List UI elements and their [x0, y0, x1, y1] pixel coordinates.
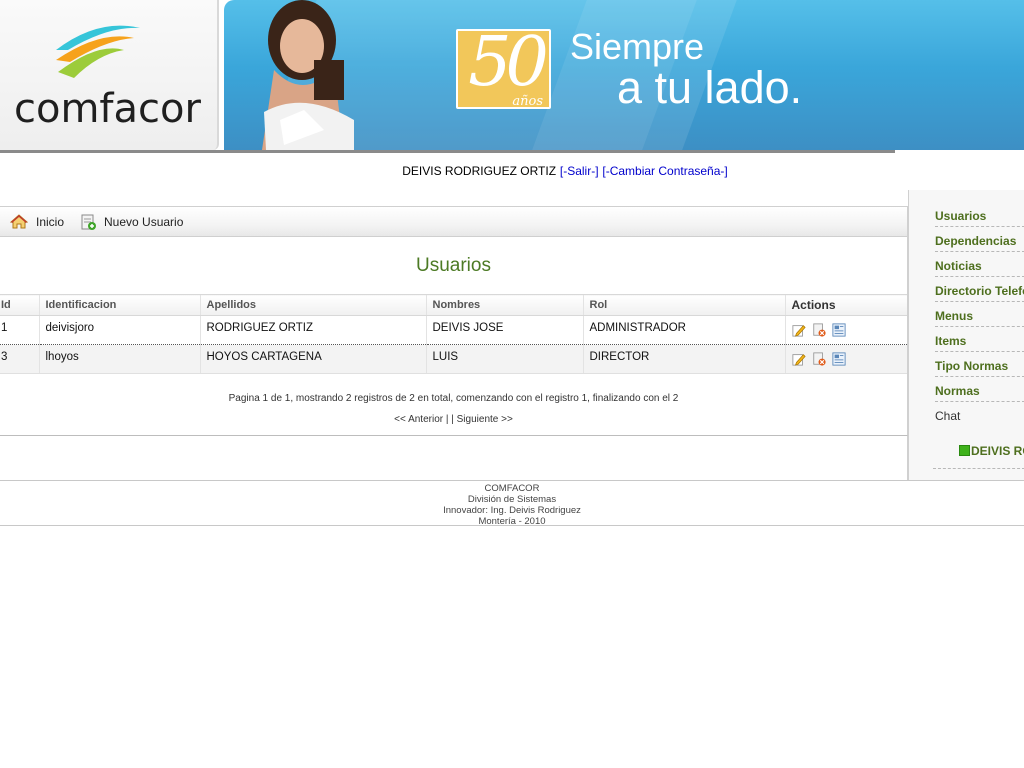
sidebar-item-noticias[interactable]: Noticias — [935, 259, 1024, 277]
cell-nombres: DEIVIS JOSE — [425, 315, 583, 345]
new-user-label: Nuevo Usuario — [104, 215, 184, 229]
anniversary-badge: 50 años — [456, 23, 551, 109]
sidebar-item-tipo-normas[interactable]: Tipo Normas — [935, 359, 1024, 377]
sidebar-item-normas[interactable]: Normas — [935, 384, 1024, 402]
cell-id: 1 — [0, 315, 39, 345]
logo-text: comfacor — [14, 86, 201, 132]
new-user-button[interactable]: Nuevo Usuario — [80, 214, 183, 230]
edit-icon[interactable] — [791, 323, 806, 337]
table-row[interactable]: 3 lhoyos HOYOS CARTAGENA LUIS DIRECTOR — [0, 344, 907, 374]
next-page-link[interactable]: Siguiente >> — [457, 414, 513, 425]
home-label: Inicio — [36, 214, 65, 229]
cell-nombres: LUIS — [425, 344, 583, 374]
delete-icon[interactable] — [812, 352, 826, 366]
footer-location-year: Montería - 2010 — [478, 516, 546, 527]
table-header-row: Id Identificacion Apellidos Nombres Rol … — [0, 294, 907, 316]
column-header-apellidos[interactable]: Apellidos — [199, 294, 426, 316]
header-divider — [0, 150, 895, 153]
pagination-separator: | | — [445, 414, 454, 425]
cell-identificacion: lhoyos — [38, 344, 200, 374]
column-header-actions: Actions — [784, 294, 907, 316]
badge-subtext: años — [512, 94, 543, 109]
logout-link[interactable]: [-Salir-] — [560, 164, 599, 178]
main-panel-footer-space — [0, 436, 908, 480]
table-row[interactable]: 1 deivisjoro RODRIGUEZ ORTIZ DEIVIS JOSE… — [0, 315, 907, 345]
toolbar: Inicio Nuevo Usuario — [0, 207, 907, 237]
footer: COMFACOR División de Sistemas Innovador:… — [0, 480, 1024, 527]
users-table: Id Identificacion Apellidos Nombres Rol … — [0, 294, 907, 374]
user-bar: DEIVIS RODRIGUEZ ORTIZ [-Salir-] [-Cambi… — [0, 164, 1024, 178]
cell-apellidos: RODRIGUEZ ORTIZ — [199, 315, 426, 345]
cell-id: 3 — [0, 344, 39, 374]
previous-page-link[interactable]: << Anterior — [394, 414, 443, 425]
sidebar-item-items[interactable]: Items — [935, 334, 1024, 352]
main-panel: Inicio Nuevo Usuario Usuarios Id Identif… — [0, 206, 908, 436]
banner-photo — [262, 0, 354, 150]
online-status-icon — [959, 445, 970, 456]
column-header-id[interactable]: Id — [0, 294, 39, 316]
page-title: Usuarios — [416, 255, 491, 276]
sidebar: Usuarios Dependencias Noticias Directori… — [908, 190, 1024, 480]
chat-divider — [933, 468, 1024, 469]
cell-rol: DIRECTOR — [582, 344, 785, 374]
sidebar-item-directorio-telefonico[interactable]: Directorio Telefonico — [935, 284, 1024, 302]
footer-division: División de Sistemas — [467, 494, 557, 505]
column-header-rol[interactable]: Rol — [582, 294, 785, 316]
cell-identificacion: deivisjoro — [38, 315, 200, 345]
chat-heading: Chat — [935, 409, 961, 423]
banner: 50 años Siempre a tu lado. — [224, 0, 1024, 150]
sidebar-item-menus[interactable]: Menus — [935, 309, 1024, 327]
column-header-identificacion[interactable]: Identificacion — [38, 294, 200, 316]
cell-apellidos: HOYOS CARTAGENA — [199, 344, 426, 374]
pagination-nav: << Anterior | | Siguiente >> — [0, 414, 907, 425]
logo-swoosh-icon — [56, 25, 140, 78]
logo[interactable]: comfacor — [0, 0, 219, 150]
new-document-icon — [81, 214, 96, 230]
delete-icon[interactable] — [812, 323, 826, 337]
sidebar-item-dependencias[interactable]: Dependencias — [935, 234, 1024, 252]
change-password-link[interactable]: [-Cambiar Contraseña-] — [602, 164, 727, 178]
column-header-nombres[interactable]: Nombres — [425, 294, 583, 316]
cell-actions — [784, 344, 907, 374]
footer-company: COMFACOR — [484, 483, 540, 494]
view-icon[interactable] — [832, 323, 846, 337]
badge-number: 50 — [468, 23, 549, 102]
home-button[interactable]: Inicio — [10, 214, 64, 229]
sidebar-item-usuarios[interactable]: Usuarios — [935, 209, 1024, 227]
home-icon — [10, 214, 28, 229]
cell-actions — [784, 315, 907, 345]
chat-user-name: DEIVIS RODRIGUEZ — [971, 444, 1024, 458]
pagination-info: Pagina 1 de 1, mostrando 2 registros de … — [228, 393, 679, 404]
header: comfacor 50 años Siempre a tu lado. — [0, 0, 1024, 153]
slogan-line2: a tu lado. — [617, 62, 803, 113]
view-icon[interactable] — [832, 352, 846, 366]
footer-author: Innovador: Ing. Deivis Rodriguez — [443, 505, 581, 516]
edit-icon[interactable] — [791, 352, 806, 366]
cell-rol: ADMINISTRADOR — [582, 315, 785, 345]
current-user-name: DEIVIS RODRIGUEZ ORTIZ — [402, 164, 557, 178]
chat-user-entry[interactable]: DEIVIS RODRIGUEZ — [959, 444, 1024, 458]
